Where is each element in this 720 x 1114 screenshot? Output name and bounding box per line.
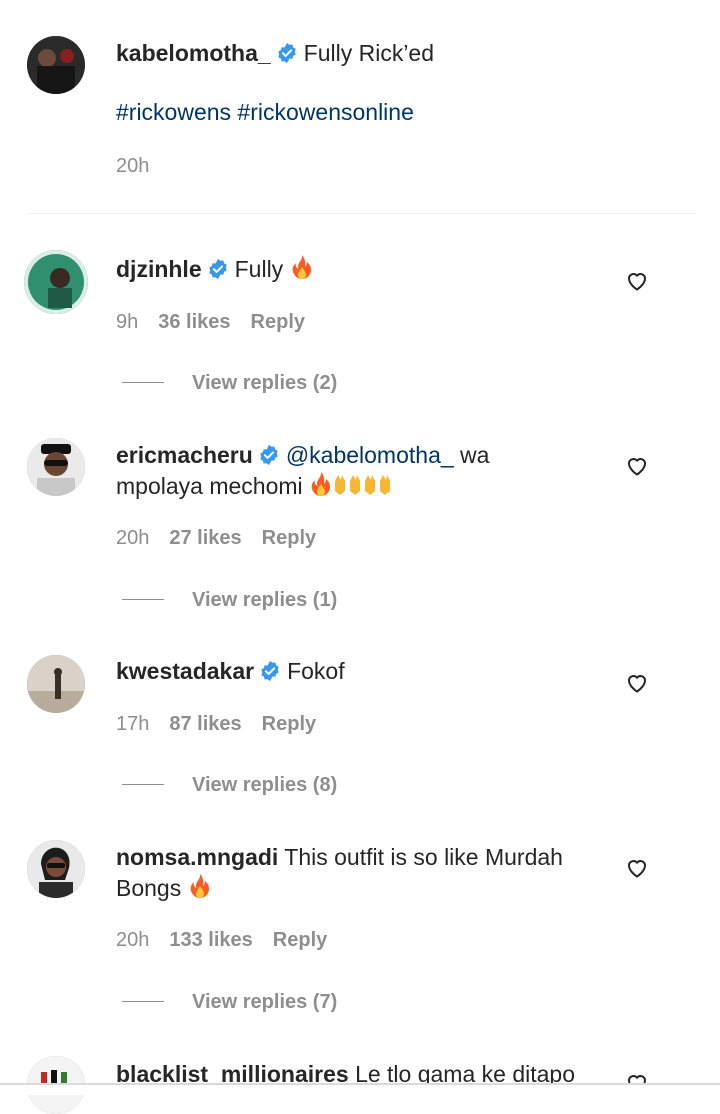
comment-meta: 20h 133 likes Reply xyxy=(116,929,347,952)
caption-line: kabelomotha_ Fully Rick’ed xyxy=(116,38,434,69)
verified-badge-icon xyxy=(259,660,281,682)
like-count[interactable]: 87 likes xyxy=(169,713,241,735)
like-heart-icon[interactable] xyxy=(625,269,649,293)
timestamp: 20h xyxy=(116,929,150,951)
comment-line-2: Bongs xyxy=(116,873,212,907)
reply-button[interactable]: Reply xyxy=(262,527,316,549)
reply-button[interactable]: Reply xyxy=(273,929,327,951)
like-count[interactable]: 133 likes xyxy=(169,929,252,951)
like-heart-icon[interactable] xyxy=(625,454,649,478)
username[interactable]: djzinhle xyxy=(116,256,202,282)
comment-text: Fully xyxy=(234,256,284,282)
post-caption: kabelomotha_ Fully Rick’ed #rickowens #ri… xyxy=(0,0,720,214)
view-replies-button[interactable]: View replies (1) xyxy=(122,589,337,612)
view-replies-button[interactable]: View replies (8) xyxy=(122,774,337,797)
comment-line: ericmacheru @kabelomotha_ wa xyxy=(116,440,489,471)
username[interactable]: ericmacheru xyxy=(116,442,253,468)
view-replies-button[interactable]: View replies (2) xyxy=(122,372,337,395)
replies-dash xyxy=(122,599,164,600)
comment-text: Fokof xyxy=(287,658,345,684)
comment-text-2: Bongs xyxy=(116,875,182,901)
avatar[interactable] xyxy=(27,655,85,713)
verified-badge-icon xyxy=(276,42,298,64)
reply-button[interactable]: Reply xyxy=(251,311,305,333)
caption-text: Fully Rick’ed xyxy=(303,40,435,66)
like-heart-icon[interactable] xyxy=(625,856,649,880)
comment-meta: 17h 87 likes Reply xyxy=(116,713,336,736)
view-replies-label: View replies (2) xyxy=(192,372,338,394)
comment-meta: 9h 36 likes Reply xyxy=(116,311,325,334)
timestamp: 9h xyxy=(116,311,139,333)
fire-emoji xyxy=(188,873,212,907)
verified-badge-icon xyxy=(207,258,229,280)
view-replies-label: View replies (8) xyxy=(192,774,338,796)
comment-meta: 20h 27 likes Reply xyxy=(116,527,336,550)
avatar[interactable] xyxy=(27,840,85,898)
username[interactable]: nomsa.mngadi xyxy=(116,844,278,870)
comment-line: nomsa.mngadi This outfit is so like Murd… xyxy=(116,842,563,873)
mention-link[interactable]: @kabelomotha_ xyxy=(286,442,454,468)
username[interactable]: kwestadakar xyxy=(116,658,254,684)
viewport-mask xyxy=(0,1085,720,1095)
like-count[interactable]: 36 likes xyxy=(158,311,230,333)
fire-emoji xyxy=(290,254,314,288)
comment-line: djzinhle Fully xyxy=(116,254,314,288)
timestamp: 17h xyxy=(116,713,150,735)
username[interactable]: kabelomotha_ xyxy=(116,40,271,66)
avatar[interactable] xyxy=(24,250,88,314)
comment-line-2: mpolaya mechomi xyxy=(116,471,393,505)
clapping-hands-emoji xyxy=(333,473,393,505)
replies-dash xyxy=(122,784,164,785)
comment-line: kwestadakar Fokof xyxy=(116,656,345,687)
view-replies-label: View replies (1) xyxy=(192,589,338,611)
view-replies-label: View replies (7) xyxy=(192,991,338,1013)
view-replies-button[interactable]: View replies (7) xyxy=(122,991,337,1014)
comment-text-2: mpolaya mechomi xyxy=(116,473,303,499)
timestamp: 20h xyxy=(116,155,150,177)
avatar[interactable] xyxy=(27,438,85,496)
like-heart-icon[interactable] xyxy=(625,671,649,695)
hashtag-links[interactable]: #rickowens #rickowensonline xyxy=(116,99,414,126)
verified-badge-icon xyxy=(258,444,280,466)
comment-text: wa xyxy=(460,442,490,468)
comment-input-border xyxy=(0,1083,720,1085)
replies-dash xyxy=(122,1001,164,1002)
caption-time: 20h xyxy=(116,155,169,178)
avatar[interactable] xyxy=(27,36,85,94)
like-count[interactable]: 27 likes xyxy=(169,527,241,549)
fire-emoji xyxy=(309,471,333,505)
timestamp: 20h xyxy=(116,527,150,549)
divider xyxy=(28,213,696,214)
reply-button[interactable]: Reply xyxy=(262,713,316,735)
replies-dash xyxy=(122,382,164,383)
comment-text: This outfit is so like Murdah xyxy=(284,844,563,870)
